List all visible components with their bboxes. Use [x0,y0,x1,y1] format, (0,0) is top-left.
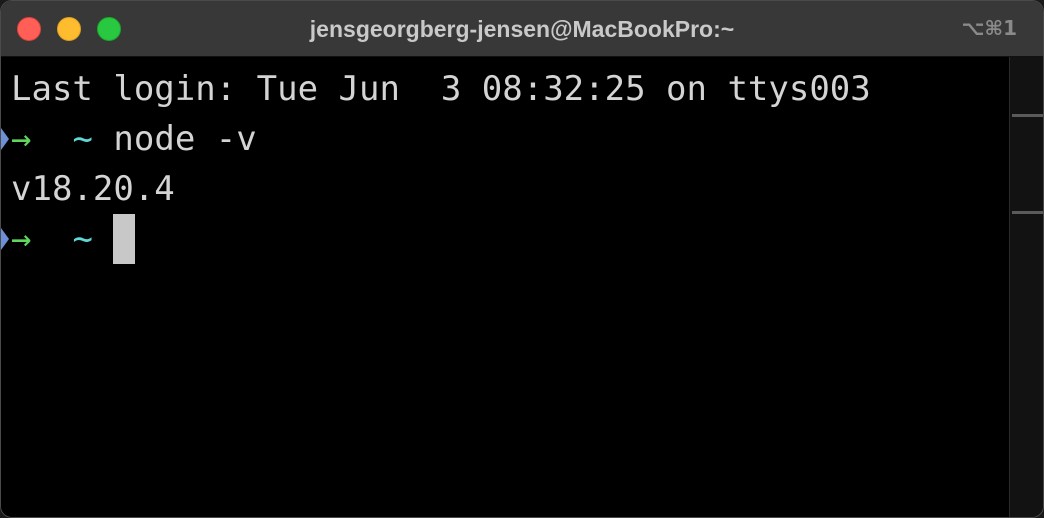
output-text: v18.20.4 [11,169,175,209]
terminal-line-login: Last login: Tue Jun 3 08:32:25 on ttys00… [11,64,871,114]
command-text: node -v [113,119,257,159]
block-cursor [113,214,136,264]
prompt-mark-icon [1,228,9,250]
terminal-line-command: → ~ node -v [11,114,257,164]
window-shortcut: ⌥⌘1 [961,16,1017,40]
prompt-directory: ~ [72,219,93,259]
scrollbar[interactable] [1009,57,1043,517]
terminal-content[interactable]: Last login: Tue Jun 3 08:32:25 on ttys00… [1,57,1011,517]
title-bar[interactable]: jensgeorgberg-jensen@MacBookPro:~ ⌥⌘1 [1,1,1043,57]
terminal-line-output: v18.20.4 [11,164,175,214]
terminal-window: jensgeorgberg-jensen@MacBookPro:~ ⌥⌘1 La… [0,0,1044,518]
window-title: jensgeorgberg-jensen@MacBookPro:~ [309,16,735,42]
prompt-mark-icon [1,128,9,150]
arrow-right-icon: → [11,119,32,159]
scrollbar-mark [1012,114,1043,117]
terminal-line-prompt: → ~ [11,214,136,264]
arrow-right-icon: → [11,219,32,259]
login-text: Last login: Tue Jun 3 08:32:25 on ttys00… [11,69,871,109]
prompt-directory: ~ [72,119,93,159]
scrollbar-mark [1012,211,1043,214]
